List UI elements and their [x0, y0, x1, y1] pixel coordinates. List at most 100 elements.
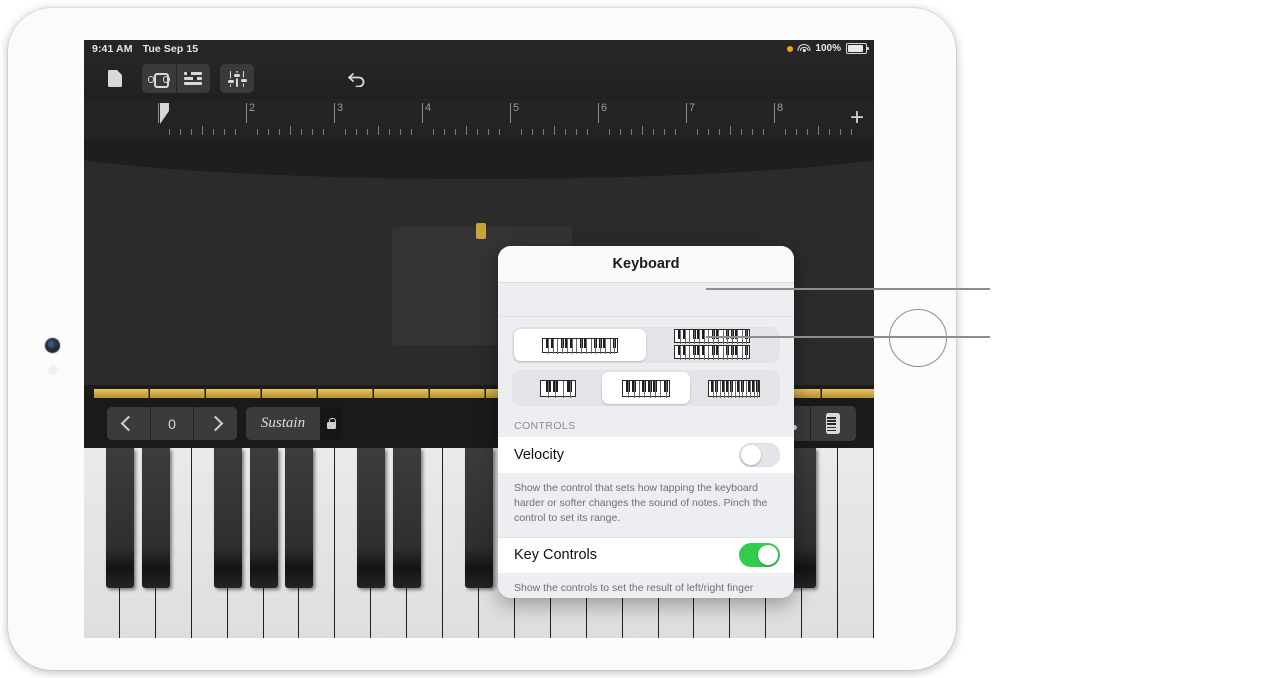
fret-segment — [94, 389, 149, 398]
double-row-keyboard-icon — [674, 329, 750, 361]
ruler-tick — [301, 129, 302, 135]
ruler-tick — [763, 129, 764, 135]
ruler-tick — [719, 129, 720, 135]
controls-section-header: CONTROLS — [514, 420, 576, 432]
ruler-tick — [840, 129, 841, 135]
fret-segment — [262, 389, 317, 398]
ruler-tick — [499, 129, 500, 135]
ruler-tick — [642, 126, 643, 135]
ruler-tick — [620, 129, 621, 135]
layout-options-row — [498, 317, 794, 406]
status-time: 9:41 AM — [92, 43, 133, 55]
ruler-tick — [818, 126, 819, 135]
fret-segment — [822, 389, 874, 398]
callout-line-top — [706, 288, 990, 290]
chevron-right-icon — [207, 415, 224, 432]
ruler-tick — [345, 129, 346, 135]
popover-header: Keyboard — [498, 246, 794, 283]
ruler-tick — [213, 129, 214, 135]
ruler-tick — [829, 129, 830, 135]
ruler-tick — [697, 129, 698, 135]
key-controls-row[interactable]: Key Controls — [498, 536, 794, 573]
note-strip-icon — [826, 413, 841, 434]
black-key[interactable] — [285, 448, 314, 588]
option-single-row-keyboard[interactable] — [514, 329, 646, 361]
octave-stepper[interactable]: 0 — [107, 407, 237, 440]
white-key[interactable] — [838, 448, 874, 638]
undo-button[interactable] — [340, 64, 374, 93]
callout-circle — [889, 309, 947, 367]
velocity-toggle[interactable] — [739, 443, 780, 467]
add-section-button[interactable]: + — [850, 106, 864, 130]
lock-icon — [326, 418, 336, 429]
option-large-keys[interactable] — [514, 372, 602, 404]
black-key[interactable] — [105, 448, 134, 588]
octave-down-button[interactable] — [107, 407, 150, 440]
mixer-button-inner[interactable] — [220, 64, 254, 93]
keyboard-size-segmented-control[interactable] — [512, 370, 780, 406]
octave-up-button[interactable] — [193, 407, 237, 440]
velocity-description: Show the control that sets how tapping t… — [498, 473, 794, 537]
black-key[interactable] — [213, 448, 242, 588]
ruler-tick — [708, 129, 709, 135]
ruler-tick — [730, 126, 731, 135]
ruler-tick — [664, 129, 665, 135]
black-key[interactable] — [393, 448, 422, 588]
fret-segment — [430, 389, 485, 398]
mixer-faders-icon — [227, 70, 247, 87]
ruler-tick — [235, 129, 236, 135]
ruler-tick — [202, 126, 203, 135]
option-medium-keys[interactable] — [602, 372, 690, 404]
chevron-left-icon — [120, 415, 137, 432]
home-button[interactable] — [45, 338, 60, 353]
notestrip-mode-button[interactable] — [809, 406, 856, 441]
ruler-tick — [356, 129, 357, 135]
sustain-lock-button[interactable] — [320, 407, 342, 440]
ruler-tick — [323, 129, 324, 135]
ruler-tick — [433, 129, 434, 135]
ruler-tick — [312, 129, 313, 135]
camera-icon — [49, 366, 57, 374]
popover-title: Keyboard — [612, 256, 680, 272]
add-section-label: + — [849, 104, 864, 131]
battery-full-icon — [846, 43, 869, 54]
loop-browser-button[interactable] — [142, 64, 176, 93]
sustain-button[interactable]: Sustain — [246, 407, 342, 440]
ruler-tick — [532, 129, 533, 135]
option-double-row-keyboard[interactable] — [646, 329, 778, 361]
key-controls-description: Show the controls to set the result of l… — [498, 572, 794, 598]
view-toggle-group[interactable] — [142, 64, 210, 93]
app-toolbar — [84, 58, 874, 100]
black-key[interactable] — [465, 448, 493, 588]
key-controls-label: Key Controls — [514, 547, 598, 564]
black-key[interactable] — [357, 448, 386, 588]
black-key[interactable] — [141, 448, 170, 588]
option-small-keys[interactable] — [690, 372, 778, 404]
playhead-marker[interactable] — [158, 101, 172, 131]
ruler-tick — [521, 129, 522, 135]
fret-segment — [318, 389, 373, 398]
my-songs-button[interactable] — [98, 64, 132, 93]
ruler-bars: 12345678 — [158, 99, 874, 139]
amp-knob[interactable] — [476, 223, 486, 239]
ruler-tick — [257, 129, 258, 135]
ruler-tick — [565, 129, 566, 135]
velocity-row[interactable]: Velocity — [498, 437, 794, 473]
ruler-tick — [488, 129, 489, 135]
tracks-view-button[interactable] — [175, 64, 211, 93]
mixer-button[interactable] — [220, 64, 254, 93]
battery-percent: 100% — [815, 43, 841, 54]
ruler-tick — [785, 129, 786, 135]
medium-keys-icon — [622, 379, 670, 398]
keyboard-layout-segmented-control[interactable] — [512, 327, 780, 363]
black-key[interactable] — [249, 448, 278, 588]
ruler-tick — [477, 129, 478, 135]
timeline-ruler[interactable]: 12345678 + — [84, 99, 874, 140]
ruler-tick — [444, 129, 445, 135]
single-row-keyboard-icon — [542, 337, 618, 354]
ruler-tick — [631, 129, 632, 135]
ruler-tick — [796, 129, 797, 135]
key-controls-toggle[interactable] — [739, 543, 780, 568]
loop-browser-icon — [147, 73, 170, 88]
ruler-tick — [653, 129, 654, 135]
